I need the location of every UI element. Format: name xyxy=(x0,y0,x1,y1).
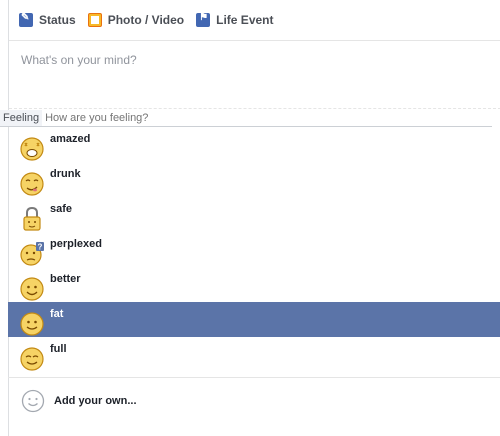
feeling-row: Feeling xyxy=(0,109,492,127)
composer-tabs: Status Photo / Video Life Event xyxy=(9,0,500,41)
add-your-own-button[interactable]: Add your own... xyxy=(8,377,500,423)
full-emoji-icon xyxy=(20,347,44,371)
perplexed-emoji-icon: ? xyxy=(20,242,44,266)
tab-status[interactable]: Status xyxy=(19,12,76,27)
add-your-own-label: Add your own... xyxy=(54,394,137,407)
better-emoji-icon xyxy=(20,277,44,301)
feeling-tag: Feeling xyxy=(0,109,43,126)
tab-status-label: Status xyxy=(39,13,76,27)
tab-photo-video-label: Photo / Video xyxy=(107,13,185,27)
flag-icon xyxy=(196,12,211,27)
option-label: fat xyxy=(50,308,64,320)
drunk-emoji-icon xyxy=(20,172,44,196)
feeling-option-full[interactable]: full xyxy=(8,337,500,372)
svg-text:?: ? xyxy=(38,243,43,252)
option-label: amazed xyxy=(50,133,91,145)
safe-lock-icon xyxy=(23,206,41,231)
feeling-option-amazed[interactable]: amazed xyxy=(8,127,500,162)
feeling-input[interactable] xyxy=(42,111,429,124)
status-input[interactable]: What's on your mind? xyxy=(9,41,500,109)
feeling-option-better[interactable]: better xyxy=(8,267,500,302)
feeling-dropdown: amazed drunk safe ? perplexed better fat… xyxy=(8,127,500,372)
feeling-option-fat[interactable]: fat xyxy=(8,302,500,337)
smiley-outline-icon xyxy=(21,389,45,412)
status-placeholder: What's on your mind? xyxy=(21,53,137,67)
option-label: drunk xyxy=(50,168,81,180)
option-label: better xyxy=(50,273,81,285)
fat-emoji-icon xyxy=(20,312,44,336)
feeling-option-drunk[interactable]: drunk xyxy=(8,162,500,197)
pencil-icon xyxy=(19,12,33,27)
photo-icon xyxy=(87,13,102,27)
tab-photo-video[interactable]: Photo / Video xyxy=(87,13,185,27)
option-label: full xyxy=(50,343,67,355)
feeling-option-safe[interactable]: safe xyxy=(8,197,500,232)
amazed-emoji-icon xyxy=(20,137,44,161)
option-label: safe xyxy=(50,203,73,215)
option-label: perplexed xyxy=(50,238,102,250)
tab-life-event[interactable]: Life Event xyxy=(196,12,274,27)
feeling-option-perplexed[interactable]: ? perplexed xyxy=(8,232,500,267)
tab-life-event-label: Life Event xyxy=(216,13,274,27)
